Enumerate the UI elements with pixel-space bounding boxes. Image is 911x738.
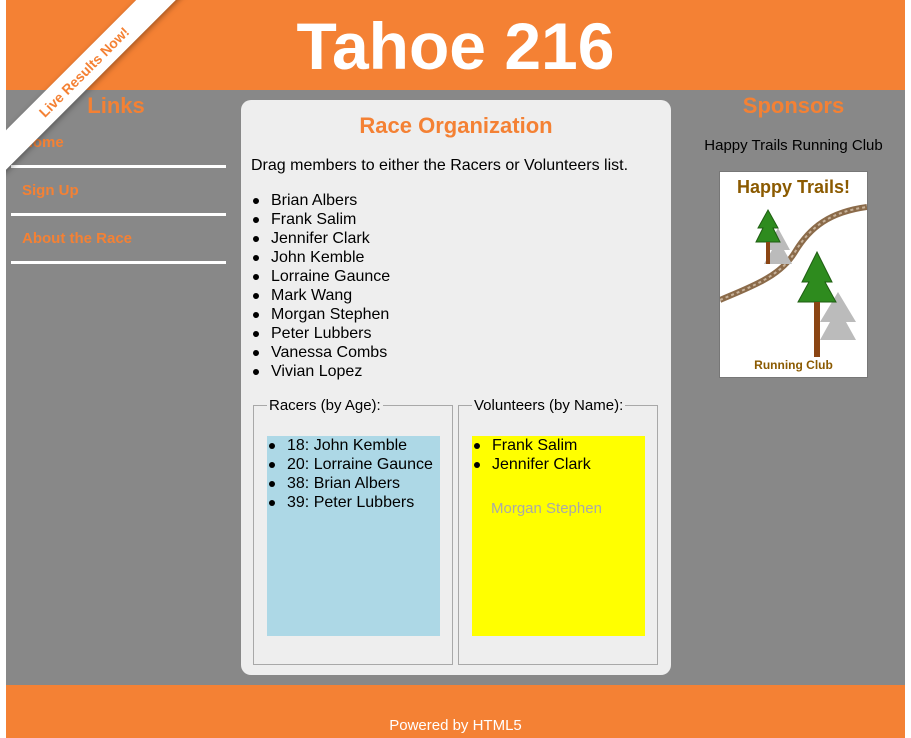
member-item[interactable]: Vanessa Combs: [251, 343, 390, 362]
nav-sign-up-label[interactable]: Sign Up: [22, 181, 79, 201]
members-list: Brian Albers Frank Salim Jennifer Clark …: [251, 191, 390, 381]
volunteers-fieldset: Volunteers (by Name): Frank Salim Jennif…: [458, 396, 658, 665]
racer-item[interactable]: 18: John Kemble: [267, 436, 440, 455]
racer-item[interactable]: 20: Lorraine Gaunce: [267, 455, 440, 474]
member-item[interactable]: Lorraine Gaunce: [251, 267, 390, 286]
logo-subtitle: Running Club: [754, 358, 833, 372]
member-item[interactable]: Peter Lubbers: [251, 324, 390, 343]
nav-about-the-race[interactable]: About the Race: [11, 216, 226, 264]
nav-about-label[interactable]: About the Race: [22, 229, 132, 249]
racer-item[interactable]: 38: Brian Albers: [267, 474, 440, 493]
member-item[interactable]: Morgan Stephen: [251, 305, 390, 324]
member-item[interactable]: Jennifer Clark: [251, 229, 390, 248]
volunteer-item[interactable]: Jennifer Clark: [472, 455, 645, 474]
volunteers-drop-zone[interactable]: Frank Salim Jennifer Clark Morgan Stephe…: [472, 436, 645, 636]
footer-text: Powered by HTML5: [389, 717, 522, 734]
dragging-member-ghost: Morgan Stephen: [491, 500, 602, 517]
sponsor-name: Happy Trails Running Club: [704, 137, 883, 154]
racers-legend: Racers (by Age):: [267, 396, 383, 416]
page-frame: Tahoe 216 Live Results Now! Links Home S…: [6, 0, 905, 738]
nav-sign-up[interactable]: Sign Up: [11, 168, 226, 216]
logo-title: Happy Trails!: [736, 177, 851, 197]
trail-trees-illustration: [720, 204, 867, 357]
member-item[interactable]: John Kemble: [251, 248, 390, 267]
member-item[interactable]: Frank Salim: [251, 210, 390, 229]
racers-fieldset: Racers (by Age): 18: John Kemble 20: Lor…: [253, 396, 453, 665]
member-item[interactable]: Brian Albers: [251, 191, 390, 210]
volunteer-item[interactable]: Frank Salim: [472, 436, 645, 455]
race-organization-panel: Race Organization Drag members to either…: [241, 100, 671, 675]
panel-title: Race Organization: [359, 113, 553, 138]
sponsors-heading: Sponsors: [742, 93, 845, 118]
sponsor-logo[interactable]: Happy Trails! Running Club: [719, 171, 868, 378]
member-item[interactable]: Vivian Lopez: [251, 362, 390, 381]
volunteers-legend: Volunteers (by Name):: [472, 396, 626, 416]
member-item[interactable]: Mark Wang: [251, 286, 390, 305]
racer-item[interactable]: 39: Peter Lubbers: [267, 493, 440, 512]
instructions-text: Drag members to either the Racers or Vol…: [251, 157, 629, 174]
racers-drop-zone[interactable]: 18: John Kemble 20: Lorraine Gaunce 38: …: [267, 436, 440, 636]
footer: Powered by HTML5: [6, 685, 905, 738]
